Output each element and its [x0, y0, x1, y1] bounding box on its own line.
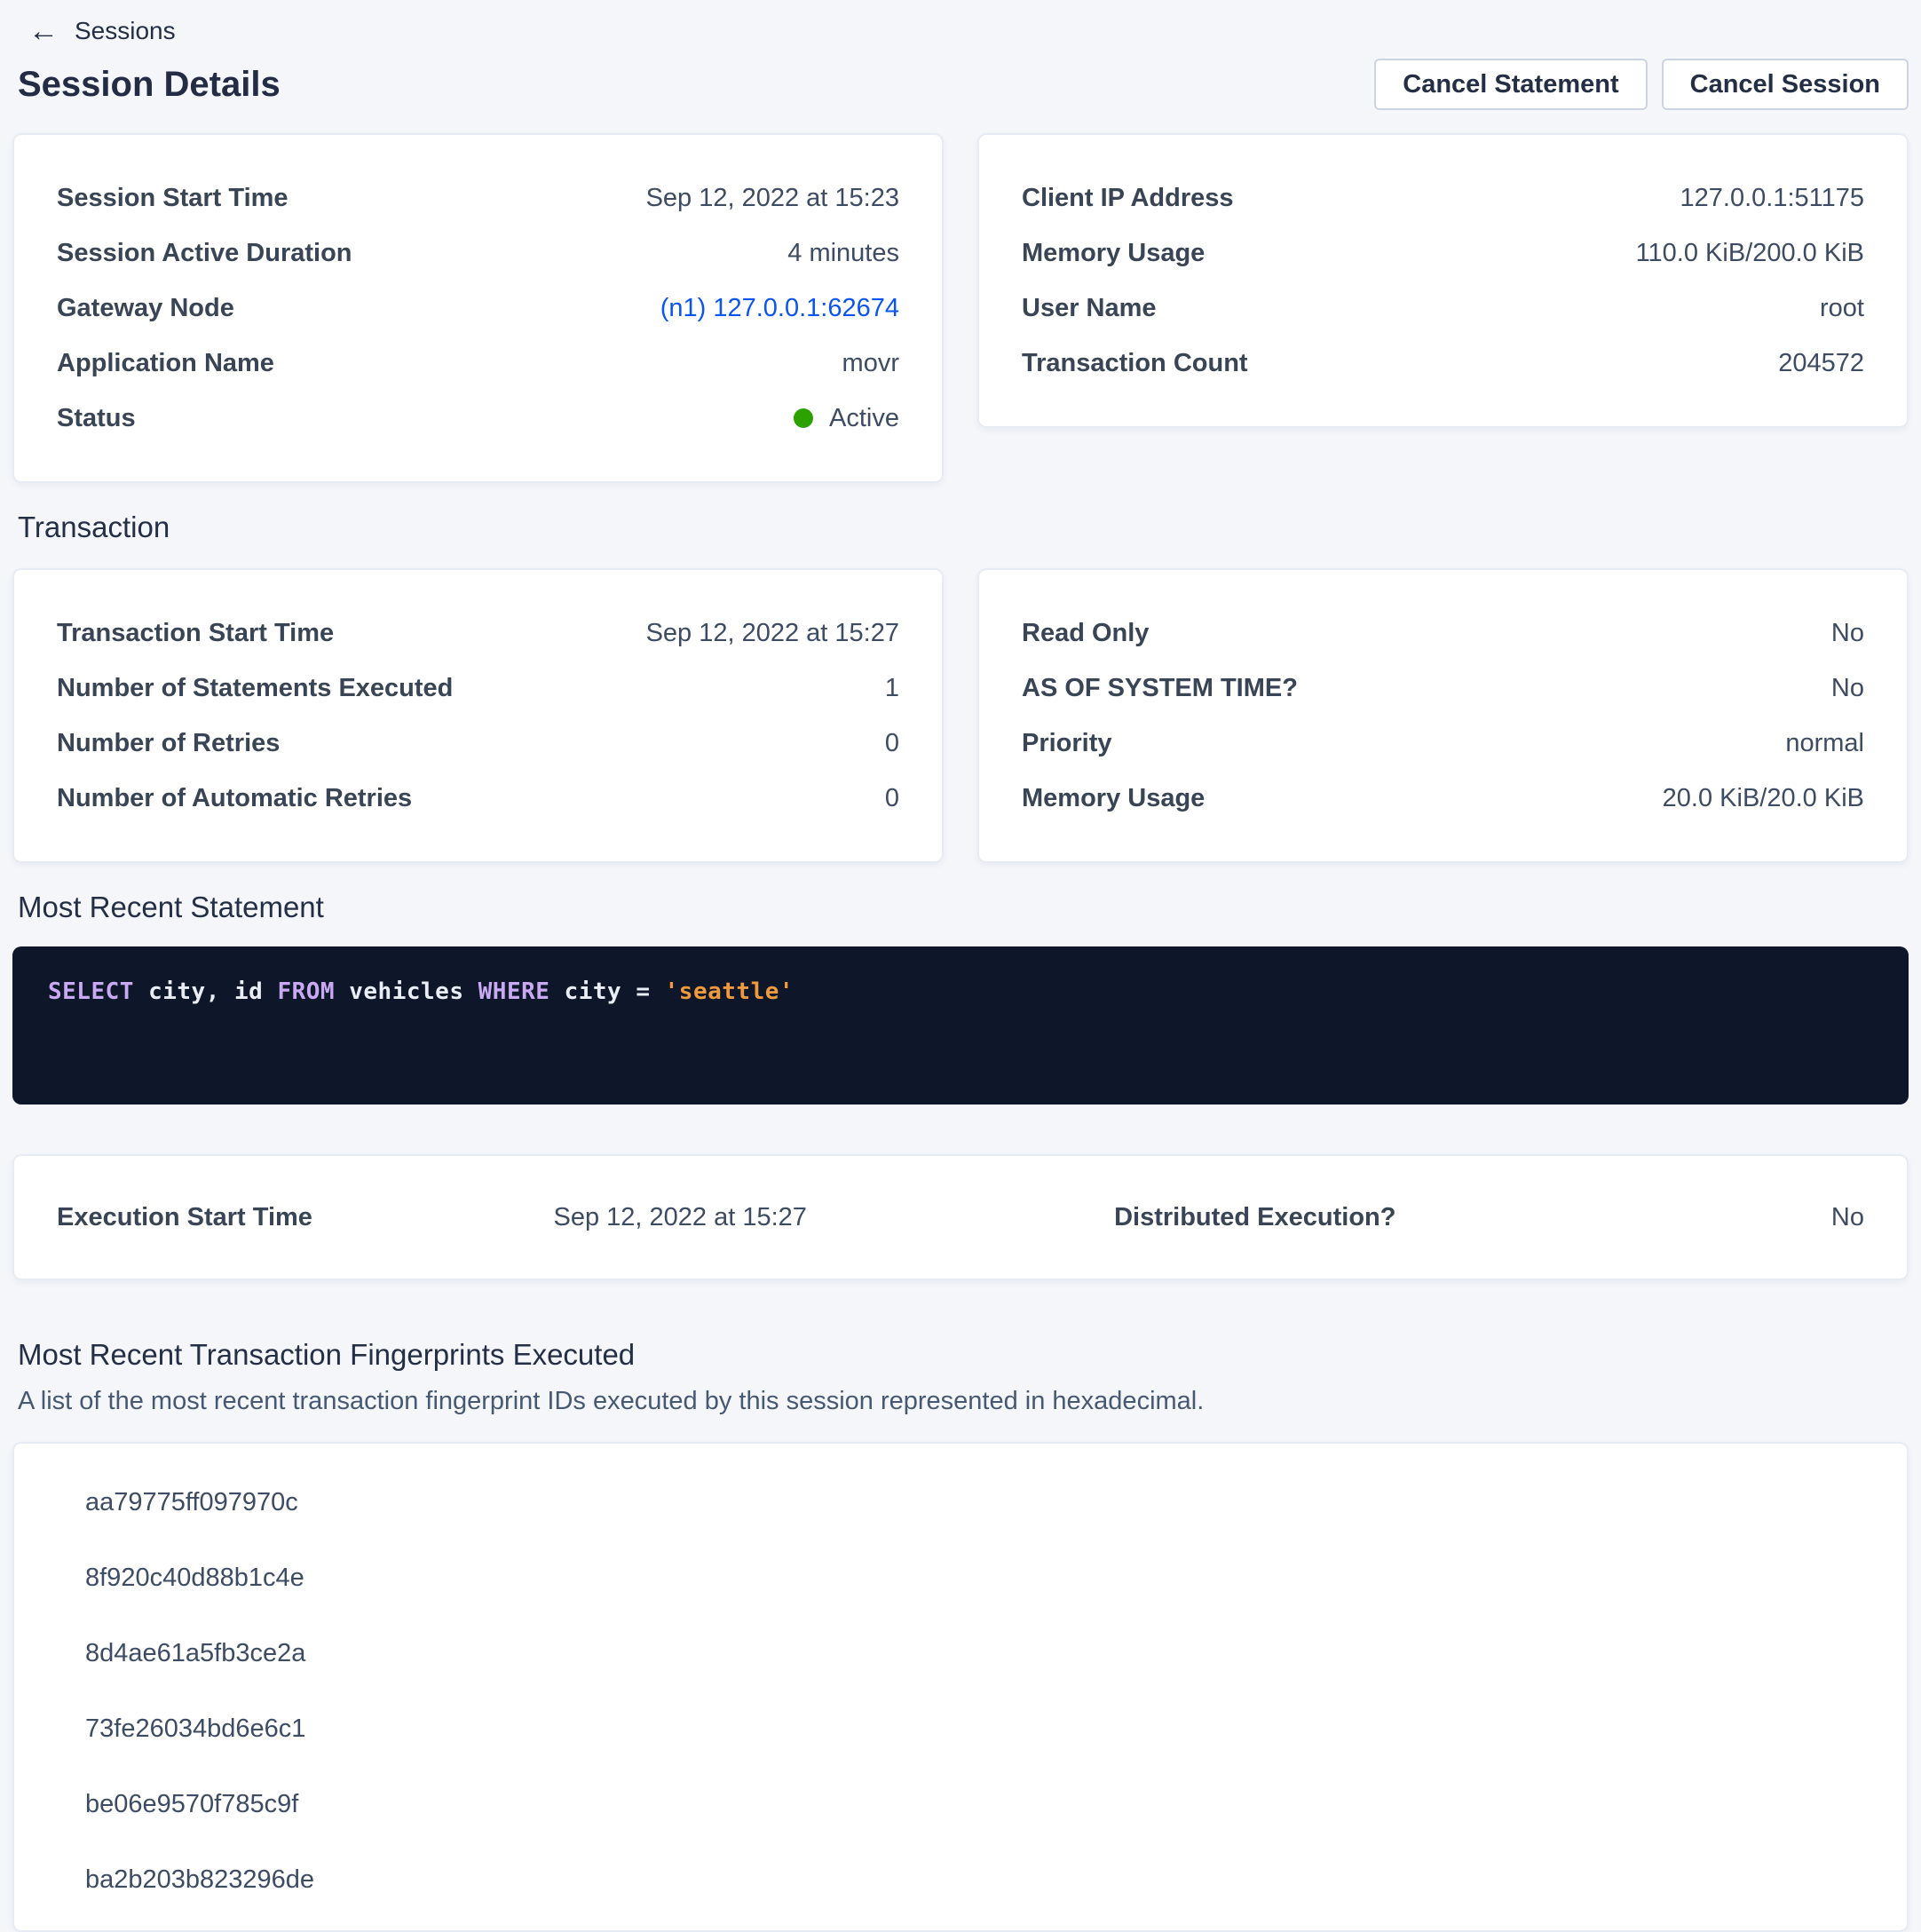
detail-row-status: Status Active — [57, 391, 899, 446]
detail-row-txn-memory-usage: Memory Usage 20.0 KiB/20.0 KiB — [1022, 771, 1864, 826]
detail-value: root — [1820, 294, 1864, 323]
back-arrow-icon: ← — [28, 16, 59, 46]
transaction-cards: Transaction Start Time Sep 12, 2022 at 1… — [12, 568, 1909, 863]
detail-label: Memory Usage — [1022, 239, 1205, 268]
detail-value: No — [1831, 674, 1864, 703]
detail-label: User Name — [1022, 294, 1157, 323]
page-title: Session Details — [18, 65, 281, 105]
header-actions: Cancel Statement Cancel Session — [1374, 59, 1909, 110]
fingerprint-list-item: 73fe26034bd6e6c1 — [14, 1691, 1907, 1767]
detail-value: 110.0 KiB/200.0 KiB — [1636, 239, 1864, 268]
fingerprint-list-item: ba2b203b823296de — [14, 1842, 1907, 1918]
session-details-page: ← Sessions Session Details Cancel Statem… — [0, 0, 1921, 1932]
detail-value: No — [1831, 1203, 1864, 1232]
detail-row-memory-usage: Memory Usage 110.0 KiB/200.0 KiB — [1022, 226, 1864, 281]
detail-label: Status — [57, 404, 136, 433]
detail-label: Execution Start Time — [57, 1203, 312, 1232]
detail-row-read-only: Read Only No — [1022, 606, 1864, 661]
detail-row-number-of-retries: Number of Retries 0 — [57, 716, 899, 771]
back-to-sessions-link[interactable]: ← Sessions — [12, 0, 176, 46]
detail-row-client-ip: Client IP Address 127.0.0.1:51175 — [1022, 170, 1864, 226]
sql-text: vehicles — [335, 978, 478, 1005]
fingerprints-card: aa79775ff097970c 8f920c40d88b1c4e 8d4ae6… — [12, 1442, 1909, 1932]
detail-value: 204572 — [1778, 349, 1864, 378]
detail-label: Transaction Start Time — [57, 619, 334, 648]
sql-keyword: SELECT — [48, 978, 134, 1005]
detail-value: 4 minutes — [787, 239, 899, 268]
detail-row-user-name: User Name root — [1022, 281, 1864, 336]
detail-label: AS OF SYSTEM TIME? — [1022, 674, 1298, 703]
detail-value: 0 — [885, 729, 899, 758]
fingerprints-description: A list of the most recent transaction fi… — [18, 1385, 1909, 1417]
detail-value: movr — [842, 349, 899, 378]
detail-label: Client IP Address — [1022, 184, 1234, 213]
detail-value: Sep 12, 2022 at 15:23 — [646, 184, 899, 213]
statement-section-heading: Most Recent Statement — [18, 890, 1909, 925]
sql-keyword: FROM — [277, 978, 335, 1005]
cancel-session-button[interactable]: Cancel Session — [1662, 59, 1909, 110]
detail-value: Sep 12, 2022 at 15:27 — [554, 1203, 807, 1232]
status-text: Active — [829, 404, 899, 433]
detail-row-automatic-retries: Number of Automatic Retries 0 — [57, 771, 899, 826]
session-summary-cards: Session Start Time Sep 12, 2022 at 15:23… — [12, 133, 1909, 483]
detail-label: Priority — [1022, 729, 1112, 758]
sql-statement-text: SELECT city, id FROM vehicles WHERE city… — [48, 978, 1873, 1005]
detail-row-session-active-duration: Session Active Duration 4 minutes — [57, 226, 899, 281]
status-badge: Active — [794, 404, 899, 433]
execution-card: Execution Start Time Sep 12, 2022 at 15:… — [12, 1154, 1909, 1280]
back-link-label: Sessions — [75, 17, 176, 45]
gateway-node-link[interactable]: (n1) 127.0.0.1:62674 — [660, 294, 899, 323]
sql-string-literal: 'seattle' — [665, 978, 794, 1005]
fingerprint-list-item: be06e9570f785c9f — [14, 1767, 1907, 1842]
detail-label: Number of Retries — [57, 729, 280, 758]
detail-value: No — [1831, 619, 1864, 648]
fingerprint-list-item: 8f920c40d88b1c4e — [14, 1540, 1907, 1616]
sql-keyword: WHERE — [478, 978, 550, 1005]
detail-row-transaction-count: Transaction Count 204572 — [1022, 336, 1864, 391]
detail-value: 0 — [885, 784, 899, 813]
fingerprint-list-item: 8d4ae61a5fb3ce2a — [14, 1616, 1907, 1691]
transaction-section-heading: Transaction — [18, 510, 1909, 545]
fingerprint-list-item: aa79775ff097970c — [14, 1465, 1907, 1540]
detail-row-statements-executed: Number of Statements Executed 1 — [57, 661, 899, 716]
transaction-card-left: Transaction Start Time Sep 12, 2022 at 1… — [12, 568, 944, 863]
detail-row-transaction-start-time: Transaction Start Time Sep 12, 2022 at 1… — [57, 606, 899, 661]
detail-value: 127.0.0.1:51175 — [1680, 184, 1865, 213]
detail-value: 1 — [885, 674, 899, 703]
detail-label: Number of Automatic Retries — [57, 784, 412, 813]
detail-label: Transaction Count — [1022, 349, 1248, 378]
detail-label: Distributed Execution? — [1114, 1203, 1395, 1232]
sql-text: city = — [549, 978, 664, 1005]
detail-row-application-name: Application Name movr — [57, 336, 899, 391]
detail-row-execution-start-time: Execution Start Time Sep 12, 2022 at 15:… — [57, 1203, 807, 1232]
detail-label: Session Start Time — [57, 184, 289, 213]
detail-row-gateway-node: Gateway Node (n1) 127.0.0.1:62674 — [57, 281, 899, 336]
detail-label: Session Active Duration — [57, 239, 352, 268]
detail-row-as-of-system-time: AS OF SYSTEM TIME? No — [1022, 661, 1864, 716]
detail-label: Number of Statements Executed — [57, 674, 453, 703]
transaction-card-right: Read Only No AS OF SYSTEM TIME? No Prior… — [977, 568, 1909, 863]
detail-row-session-start-time: Session Start Time Sep 12, 2022 at 15:23 — [57, 170, 899, 226]
detail-row-distributed-execution: Distributed Execution? No — [1114, 1203, 1864, 1232]
sql-statement-box: SELECT city, id FROM vehicles WHERE city… — [12, 946, 1909, 1105]
cancel-statement-button[interactable]: Cancel Statement — [1374, 59, 1647, 110]
fingerprints-section-heading: Most Recent Transaction Fingerprints Exe… — [18, 1337, 1909, 1373]
detail-value: Sep 12, 2022 at 15:27 — [646, 619, 899, 648]
detail-value: normal — [1785, 729, 1864, 758]
session-summary-card-left: Session Start Time Sep 12, 2022 at 15:23… — [12, 133, 944, 483]
detail-label: Gateway Node — [57, 294, 234, 323]
detail-label: Memory Usage — [1022, 784, 1205, 813]
detail-row-priority: Priority normal — [1022, 716, 1864, 771]
session-summary-card-right: Client IP Address 127.0.0.1:51175 Memory… — [977, 133, 1909, 428]
status-active-dot-icon — [794, 408, 813, 428]
title-row: Session Details Cancel Statement Cancel … — [18, 59, 1909, 110]
detail-label: Application Name — [57, 349, 274, 378]
sql-text: city, id — [134, 978, 278, 1005]
detail-label: Read Only — [1022, 619, 1149, 648]
detail-value: 20.0 KiB/20.0 KiB — [1663, 784, 1864, 813]
